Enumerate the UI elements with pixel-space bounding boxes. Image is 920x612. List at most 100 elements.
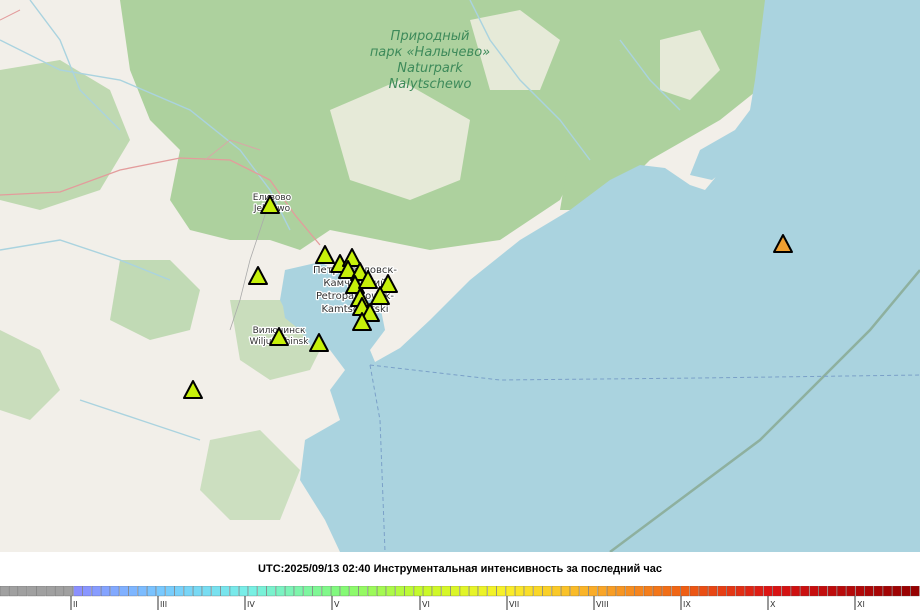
- scale-cell: [432, 586, 442, 597]
- scale-cell: [855, 586, 865, 597]
- scale-cell: [551, 586, 561, 597]
- scale-cell: [257, 586, 267, 597]
- scale-cell: [579, 586, 589, 597]
- scale-cell: [561, 586, 570, 597]
- scale-cell: [754, 586, 764, 597]
- scale-tick-label: II: [73, 600, 78, 609]
- scale-cell: [312, 586, 322, 597]
- scale-cell: [864, 586, 874, 597]
- scale-cell: [294, 586, 304, 597]
- scale-cell: [772, 586, 782, 597]
- scale-cell: [607, 586, 616, 597]
- svg-text:парк «Налычево»: парк «Налычево»: [370, 45, 490, 60]
- scale-cell: [827, 586, 837, 597]
- scale-cell: [837, 586, 846, 597]
- map-canvas[interactable]: Природный парк «Налычево» Naturpark Naly…: [0, 0, 920, 552]
- scale-cell: [653, 586, 662, 597]
- scale-cell: [349, 586, 359, 597]
- svg-text:Nalytschewo: Nalytschewo: [389, 77, 472, 92]
- scale-cell: [36, 586, 46, 597]
- scale-cell: [55, 586, 64, 597]
- scale-cell: [165, 586, 175, 597]
- scale-cell: [883, 586, 892, 597]
- scale-cell: [229, 586, 239, 597]
- scale-cell: [45, 586, 55, 597]
- scale-cell: [413, 586, 423, 597]
- scale-cell: [570, 586, 580, 597]
- map-caption: UTC:2025/09/13 02:40 Инструментальная ин…: [258, 563, 662, 575]
- intensity-scale: II III IV V VI VII VIII IX X XI: [0, 586, 920, 612]
- scale-cell: [809, 586, 819, 597]
- scale-cell: [303, 586, 313, 597]
- scale-cell: [91, 586, 101, 597]
- scale-cell: [358, 586, 368, 597]
- scale-cell: [588, 586, 598, 597]
- scale-cell: [220, 586, 230, 597]
- scale-cell: [386, 586, 396, 597]
- scale-cell: [128, 586, 138, 597]
- scale-cell: [450, 586, 460, 597]
- map-view[interactable]: Природный парк «Налычево» Naturpark Naly…: [0, 0, 920, 552]
- scale-cell: [0, 586, 9, 597]
- scale-cell: [331, 586, 340, 597]
- scale-cell: [634, 586, 644, 597]
- scale-cell: [285, 586, 294, 597]
- scale-cell: [533, 586, 543, 597]
- scale-cell: [708, 586, 718, 597]
- scale-cell: [119, 586, 129, 597]
- scale-cell: [193, 586, 202, 597]
- scale-cell: [211, 586, 221, 597]
- scale-tick-label: V: [334, 600, 340, 609]
- scale-cell: [671, 586, 681, 597]
- scale-cell: [147, 586, 156, 597]
- scale-cell: [27, 586, 37, 597]
- scale-tick-label: III: [160, 600, 167, 609]
- scale-cell: [469, 586, 478, 597]
- scale-cell: [515, 586, 524, 597]
- scale-cell: [910, 586, 920, 597]
- scale-cell: [18, 586, 28, 597]
- scale-cell: [791, 586, 800, 597]
- scale-cell: [745, 586, 754, 597]
- scale-cell: [266, 586, 276, 597]
- scale-cell: [459, 586, 469, 597]
- scale-cell: [202, 586, 212, 597]
- scale-cell: [846, 586, 856, 597]
- scale-cell: [340, 586, 350, 597]
- scale-cell: [275, 586, 285, 597]
- scale-cell: [524, 586, 534, 597]
- scale-cell: [487, 586, 497, 597]
- scale-tick-label: VII: [509, 600, 519, 609]
- scale-cell: [699, 586, 708, 597]
- scale-cell: [239, 586, 248, 597]
- scale-cell: [873, 586, 883, 597]
- scale-cell: [597, 586, 607, 597]
- scale-cell: [505, 586, 515, 597]
- scale-cell: [625, 586, 635, 597]
- scale-cell: [689, 586, 699, 597]
- scale-cell: [781, 586, 791, 597]
- scale-cell: [82, 586, 92, 597]
- scale-cell: [156, 586, 166, 597]
- scale-cell: [892, 586, 902, 597]
- scale-cell: [423, 586, 432, 597]
- scale-cell: [662, 586, 672, 597]
- scale-cell: [717, 586, 727, 597]
- scale-cell: [763, 586, 773, 597]
- scale-cell: [818, 586, 828, 597]
- scale-tick-label: X: [770, 600, 776, 609]
- scale-tick-label: IX: [683, 600, 691, 609]
- scale-cell: [478, 586, 488, 597]
- scale-cell: [901, 586, 911, 597]
- scale-cell: [137, 586, 147, 597]
- scale-tick-label: VI: [422, 600, 430, 609]
- scale-cell: [367, 586, 377, 597]
- svg-text:Природный: Природный: [391, 29, 470, 44]
- scale-cell: [377, 586, 386, 597]
- scale-cell: [404, 586, 414, 597]
- scale-cell: [616, 586, 626, 597]
- scale-cell: [441, 586, 451, 597]
- scale-cell: [110, 586, 120, 597]
- scale-tick-label: XI: [857, 600, 865, 609]
- scale-cell: [174, 586, 184, 597]
